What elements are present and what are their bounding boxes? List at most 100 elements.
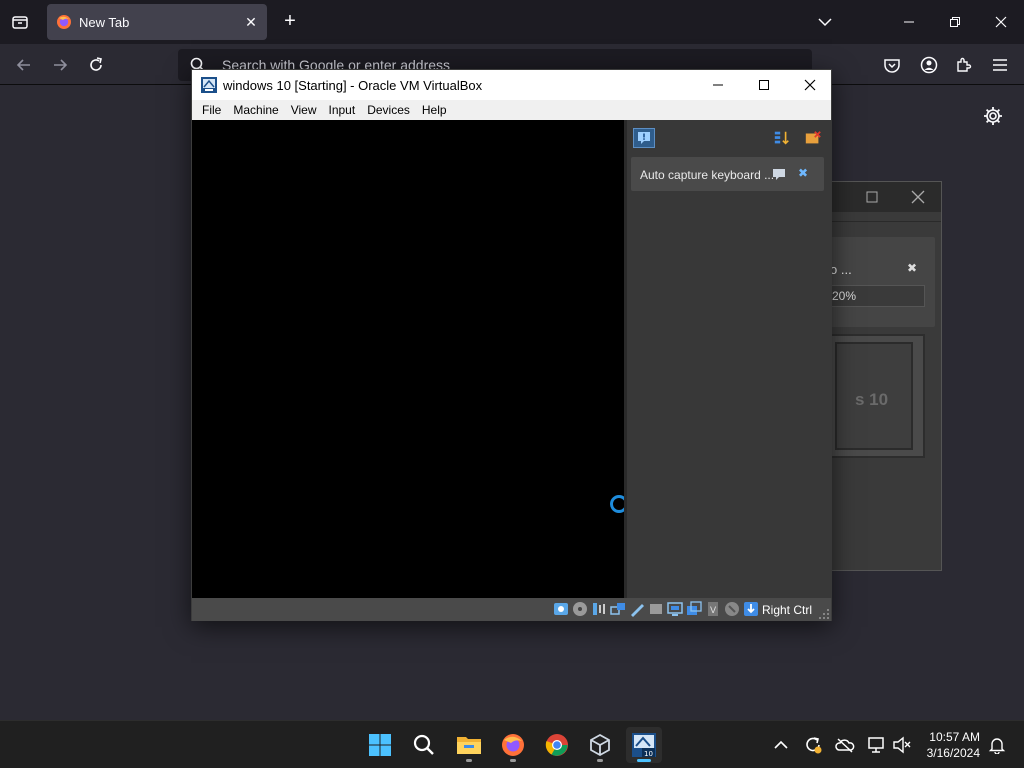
minimize-button[interactable] — [706, 74, 730, 96]
clear-notifications-button[interactable] — [802, 128, 824, 148]
running-indicator — [466, 759, 472, 762]
back-button[interactable] — [12, 53, 36, 77]
maximize-icon — [759, 80, 769, 90]
menu-devices[interactable]: Devices — [361, 100, 416, 120]
menu-input[interactable]: Input — [323, 100, 362, 120]
host-key-label: Right Ctrl — [762, 603, 813, 617]
usb-icon[interactable] — [629, 601, 645, 617]
chrome-button[interactable] — [539, 727, 575, 763]
notification-item: Auto capture keyboard ... ✖ — [631, 157, 824, 191]
menu-view[interactable]: View — [285, 100, 323, 120]
virtualbox-icon — [590, 733, 610, 757]
tab-new-tab[interactable]: New Tab ✕ — [47, 4, 267, 40]
newtab-settings-button[interactable] — [982, 105, 1004, 127]
pocket-button[interactable] — [880, 53, 904, 77]
puzzle-piece-icon — [957, 57, 972, 72]
notifications-button[interactable] — [985, 733, 1009, 757]
onedrive-tray-button[interactable] — [833, 733, 857, 757]
host-key-icon[interactable] — [743, 601, 759, 617]
sort-notifications-button[interactable] — [771, 128, 793, 148]
forward-arrow-icon — [54, 59, 68, 71]
running-indicator — [597, 759, 603, 762]
virtualbox-vm-button[interactable]: 10 — [626, 727, 662, 763]
vm-display[interactable] — [192, 120, 628, 598]
menu-machine[interactable]: Machine — [227, 100, 284, 120]
svg-text:10: 10 — [644, 750, 653, 758]
firefox-button[interactable] — [495, 727, 531, 763]
active-indicator — [637, 759, 651, 762]
minimize-icon — [713, 84, 723, 86]
account-button[interactable] — [917, 53, 941, 77]
menu-button[interactable] — [988, 53, 1012, 77]
minimize-button[interactable] — [897, 10, 921, 34]
chrome-icon — [545, 734, 568, 756]
message-icon — [638, 132, 650, 144]
tab-list-icon — [12, 16, 28, 29]
search-icon — [413, 734, 434, 755]
vm-window[interactable]: windows 10 [Starting] - Oracle VM Virtua… — [191, 69, 832, 621]
close-icon — [804, 79, 816, 91]
manager-notification: o ... ✖ 20% — [825, 237, 935, 327]
volume-tray-button[interactable] — [890, 733, 914, 757]
help-icon[interactable] — [772, 167, 786, 181]
restore-button[interactable] — [943, 10, 967, 34]
vm-titlebar: windows 10 [Starting] - Oracle VM Virtua… — [192, 70, 831, 100]
new-tab-button[interactable]: + — [278, 10, 302, 34]
tab-list-button[interactable] — [8, 10, 32, 34]
hard-disk-icon[interactable] — [553, 601, 569, 617]
chevron-up-icon — [774, 740, 788, 749]
list-all-tabs-button[interactable] — [813, 10, 837, 34]
reload-icon — [90, 57, 102, 71]
preview-text: s 10 — [855, 390, 889, 409]
close-button[interactable] — [798, 74, 822, 96]
resize-grip-icon[interactable] — [819, 609, 829, 619]
virtualization-icon[interactable]: V — [705, 601, 721, 617]
clock-date: 3/16/2024 — [926, 746, 980, 760]
running-indicator — [510, 759, 516, 762]
notification-text: Auto capture keyboard ... — [640, 168, 775, 182]
audio-icon[interactable] — [591, 601, 607, 617]
close-icon[interactable] — [909, 188, 927, 206]
clear-notifications-icon — [805, 131, 821, 144]
network-icon[interactable] — [610, 601, 626, 617]
file-explorer-button[interactable] — [451, 727, 487, 763]
close-tab-icon[interactable]: ✕ — [241, 12, 261, 32]
menu-file[interactable]: File — [196, 100, 227, 120]
sync-icon — [806, 737, 822, 754]
notification-fragment: o ... — [830, 262, 852, 277]
browser-tab-bar: New Tab ✕ + — [0, 0, 1024, 44]
progress-bar: 20% — [829, 285, 925, 307]
display-icon[interactable] — [667, 601, 683, 617]
notification-center-toggle[interactable] — [633, 128, 655, 148]
close-notification-icon[interactable]: ✖ — [907, 261, 917, 275]
network-tray-button[interactable] — [865, 733, 889, 757]
vm-menubar: File Machine View Input Devices Help — [192, 100, 831, 120]
system-clock[interactable]: 10:57 AM 3/16/2024 — [918, 729, 980, 761]
sort-icon — [774, 131, 789, 145]
recording-icon[interactable] — [686, 601, 702, 617]
menu-help[interactable]: Help — [416, 100, 453, 120]
chevron-down-icon — [818, 18, 832, 27]
show-hidden-icons-button[interactable] — [769, 733, 793, 757]
sync-tray-button[interactable] — [801, 733, 825, 757]
forward-button[interactable] — [48, 53, 72, 77]
mouse-integration-icon[interactable] — [724, 601, 740, 617]
shared-folders-icon[interactable] — [648, 601, 664, 617]
speaker-muted-icon — [893, 736, 911, 754]
virtualbox-icon — [201, 77, 217, 93]
firefox-favicon-icon — [57, 15, 71, 29]
minimize-icon — [904, 21, 914, 23]
maximize-icon[interactable] — [865, 190, 879, 204]
reload-button[interactable] — [84, 53, 108, 77]
optical-drive-icon[interactable] — [572, 601, 588, 617]
close-notification-icon[interactable]: ✖ — [798, 166, 808, 180]
virtualbox-vm-icon: 10 — [632, 733, 656, 758]
window-title: windows 10 [Starting] - Oracle VM Virtua… — [223, 78, 483, 93]
search-button[interactable] — [406, 727, 442, 763]
account-icon — [920, 56, 938, 74]
start-button[interactable] — [362, 727, 398, 763]
close-window-button[interactable] — [989, 10, 1013, 34]
maximize-button[interactable] — [752, 74, 776, 96]
virtualbox-button[interactable] — [582, 727, 618, 763]
extensions-button[interactable] — [952, 53, 976, 77]
